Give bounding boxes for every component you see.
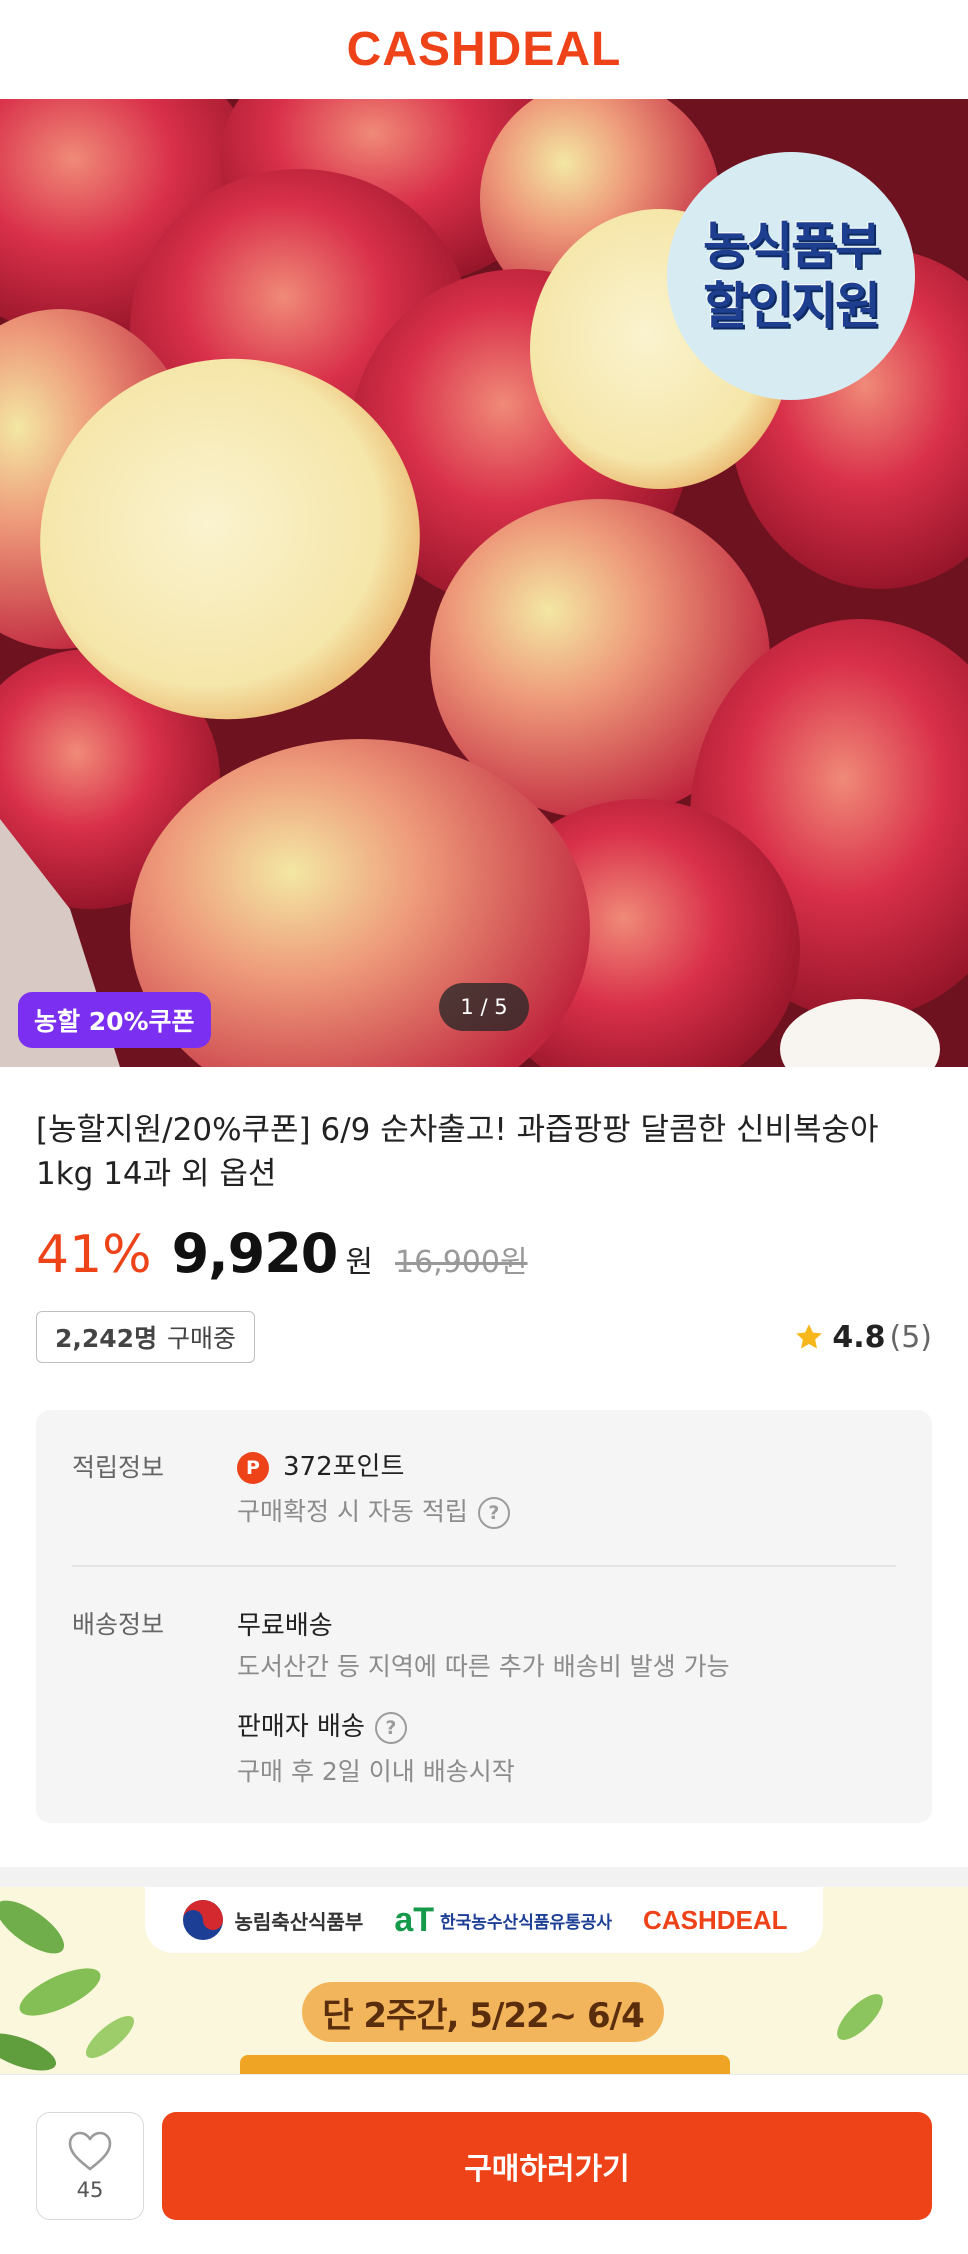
like-count: 45 <box>76 2178 104 2202</box>
seller-shipping: 판매자 배송 <box>237 1712 365 1742</box>
review-count: (5) <box>889 1319 933 1355</box>
sale-price: 9,920 <box>171 1222 339 1285</box>
ministry-logo: 농림축산식품부 <box>181 1898 363 1942</box>
info-box: 적립정보 P 372포인트 구매확정 시 자동 적립? 배송정보 무료배송 도서산… <box>36 1410 932 1823</box>
shipping-note: 도서산간 등 지역에 따른 추가 배송비 발생 가능 <box>237 1652 730 1681</box>
banner-brand-logo: CASHDEAL <box>643 1904 788 1935</box>
points-value-row: P 372포인트 <box>237 1446 404 1484</box>
taegeuk-icon <box>182 1900 223 1940</box>
points-note: 구매확정 시 자동 적립 <box>237 1497 468 1526</box>
coupon-tag: 농할 20%쿠폰 <box>18 992 211 1048</box>
buyers-badge: 2,242명 구매중 <box>36 1311 256 1363</box>
currency-unit: 원 <box>345 1245 373 1280</box>
price-row: 41% 9,920 원 16,900원 <box>36 1222 528 1286</box>
discount-rate: 41% <box>36 1225 152 1285</box>
cashdeal-logo[interactable]: CASHDEAL <box>347 22 622 77</box>
partner-logos: 농림축산식품부 aT 한국농수산식품유통공사 CASHDEAL <box>145 1887 823 1953</box>
points-label: 적립정보 <box>72 1453 165 1482</box>
rating[interactable]: 4.8 (5) <box>794 1315 932 1359</box>
bottom-action-bar: 45 구매하러가기 <box>0 2074 968 2254</box>
header: CASHDEAL <box>0 0 968 99</box>
seller-shipping-row: 판매자 배송? <box>237 1706 407 1744</box>
banner-headline-clipped <box>240 2055 730 2074</box>
points-note-row: 구매확정 시 자동 적립? <box>237 1492 510 1529</box>
buyers-suffix: 구매중 <box>167 1324 237 1353</box>
product-title: [농할지원/20%쿠폰] 6/9 순차출고! 과즙팡팡 달콤한 신비복숭아 1k… <box>36 1112 879 1192</box>
buy-button[interactable]: 구매하러가기 <box>162 2112 932 2220</box>
divider <box>72 1565 896 1567</box>
discount-support-badge: 농식품부 할인지원 <box>667 152 915 400</box>
rating-score: 4.8 <box>832 1319 886 1355</box>
star-icon <box>796 1324 823 1349</box>
heart-icon <box>68 2131 112 2171</box>
product-image-carousel[interactable]: 농식품부 할인지원 농할 20%쿠폰 1 / 5 <box>0 99 968 1067</box>
promo-banner[interactable]: 농림축산식품부 aT 한국농수산식품유통공사 CASHDEAL 단 2주간, 5… <box>0 1887 968 2074</box>
points-value: 372포인트 <box>283 1452 405 1482</box>
shipping-label: 배송정보 <box>72 1610 165 1639</box>
free-shipping: 무료배송 <box>237 1611 333 1641</box>
help-icon[interactable]: ? <box>374 1711 407 1744</box>
product-page: CASHDEAL 농식품부 할인지원 농할 20%쿠폰 1 / 5 [농할지원/… <box>0 0 968 2254</box>
help-icon[interactable]: ? <box>477 1497 510 1529</box>
promo-period: 단 2주간, 5/22~ 6/4 <box>302 1982 664 2042</box>
buyers-count: 2,242명 <box>55 1324 158 1353</box>
like-button[interactable]: 45 <box>36 2112 144 2220</box>
point-icon: P <box>237 1451 269 1484</box>
seller-shipping-note: 구매 후 2일 이내 배송시작 <box>237 1757 515 1786</box>
original-price: 16,900원 <box>395 1245 528 1280</box>
section-divider <box>0 1867 968 1887</box>
image-counter: 1 / 5 <box>439 983 529 1031</box>
at-logo: aT 한국농수산식품유통공사 <box>394 1900 613 1939</box>
